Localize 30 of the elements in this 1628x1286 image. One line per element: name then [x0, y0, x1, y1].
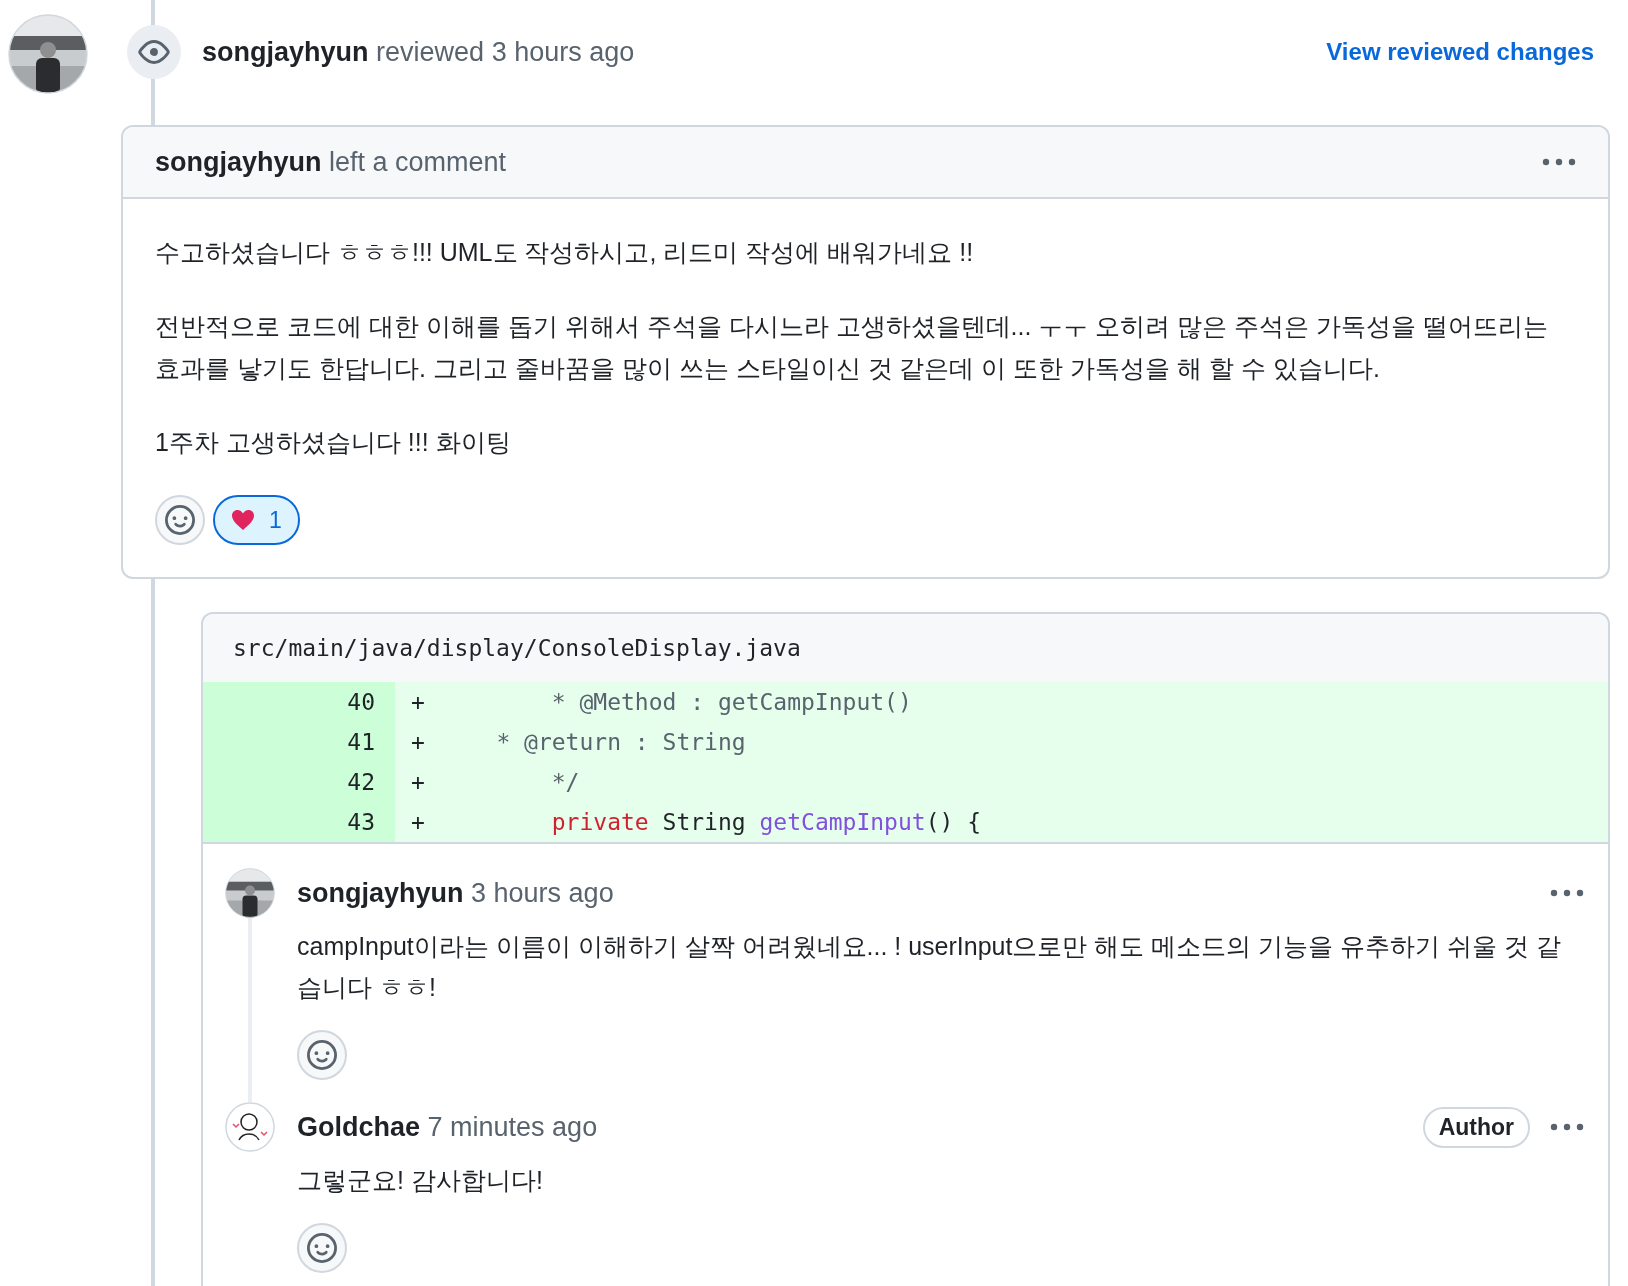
heart-reaction-button[interactable]: 1: [213, 495, 300, 545]
add-reaction-button[interactable]: [297, 1030, 347, 1080]
reply-text: campInput이라는 이름이 이해하기 살짝 어려웠네요... ! userInput으로만 해도 메소드의 기능을 유추하기 쉬울 것 같습니다 ㅎㅎ!: [297, 931, 1563, 1003]
timestamp[interactable]: 3 hours ago: [491, 36, 635, 67]
author-name[interactable]: songjayhyun: [202, 36, 369, 67]
author-name[interactable]: songjayhyun: [155, 146, 322, 177]
more-options-icon[interactable]: [1550, 1122, 1584, 1132]
smiley-icon: [165, 505, 195, 535]
add-reaction-button[interactable]: [297, 1223, 347, 1273]
more-options-icon[interactable]: [1542, 157, 1576, 167]
comment-text: 수고하셨습니다 ㅎㅎㅎ!!! UML도 작성하시고, 리드미 작성에 배워가네요 !!: [155, 237, 975, 268]
heart-icon: [231, 509, 255, 531]
smiley-icon: [307, 1040, 337, 1070]
file-path[interactable]: src/main/java/display/ConsoleDisplay.java: [203, 614, 1608, 682]
comment-text: 1주차 고생하셨습니다 !!! 화이팅: [155, 427, 512, 458]
comment-action: left a comment: [329, 146, 507, 177]
avatar: [225, 1102, 275, 1152]
review-action: reviewed: [376, 36, 485, 67]
add-reaction-button[interactable]: [155, 495, 205, 545]
timestamp[interactable]: 3 hours ago: [471, 877, 614, 908]
author-label: Author: [1422, 1106, 1530, 1148]
smiley-icon: [307, 1233, 337, 1263]
timestamp[interactable]: 7 minutes ago: [427, 1111, 598, 1142]
comment-text: 전반적으로 코드에 대한 이해를 돕기 위해서 주석을 다시느라 고생하셨을텐데... ㅜㅜ 오히려 많은 주석은 가독성을 떨어뜨리는 효과를 낳기도 한답니다. 그리고 줄바꿈을 많이 쓰는 스타일이신 것 같은데 이 또한 가독성을 해 할 수 있습니다.: [155, 311, 1550, 384]
author-name[interactable]: songjayhyun: [297, 877, 464, 908]
view-changes-link[interactable]: View reviewed changes: [1326, 38, 1594, 66]
author-name[interactable]: Goldchae: [297, 1111, 421, 1142]
avatar: [225, 868, 275, 918]
reply-text: 그렇군요! 감사합니다!: [297, 1165, 544, 1196]
more-options-icon[interactable]: [1550, 888, 1584, 898]
